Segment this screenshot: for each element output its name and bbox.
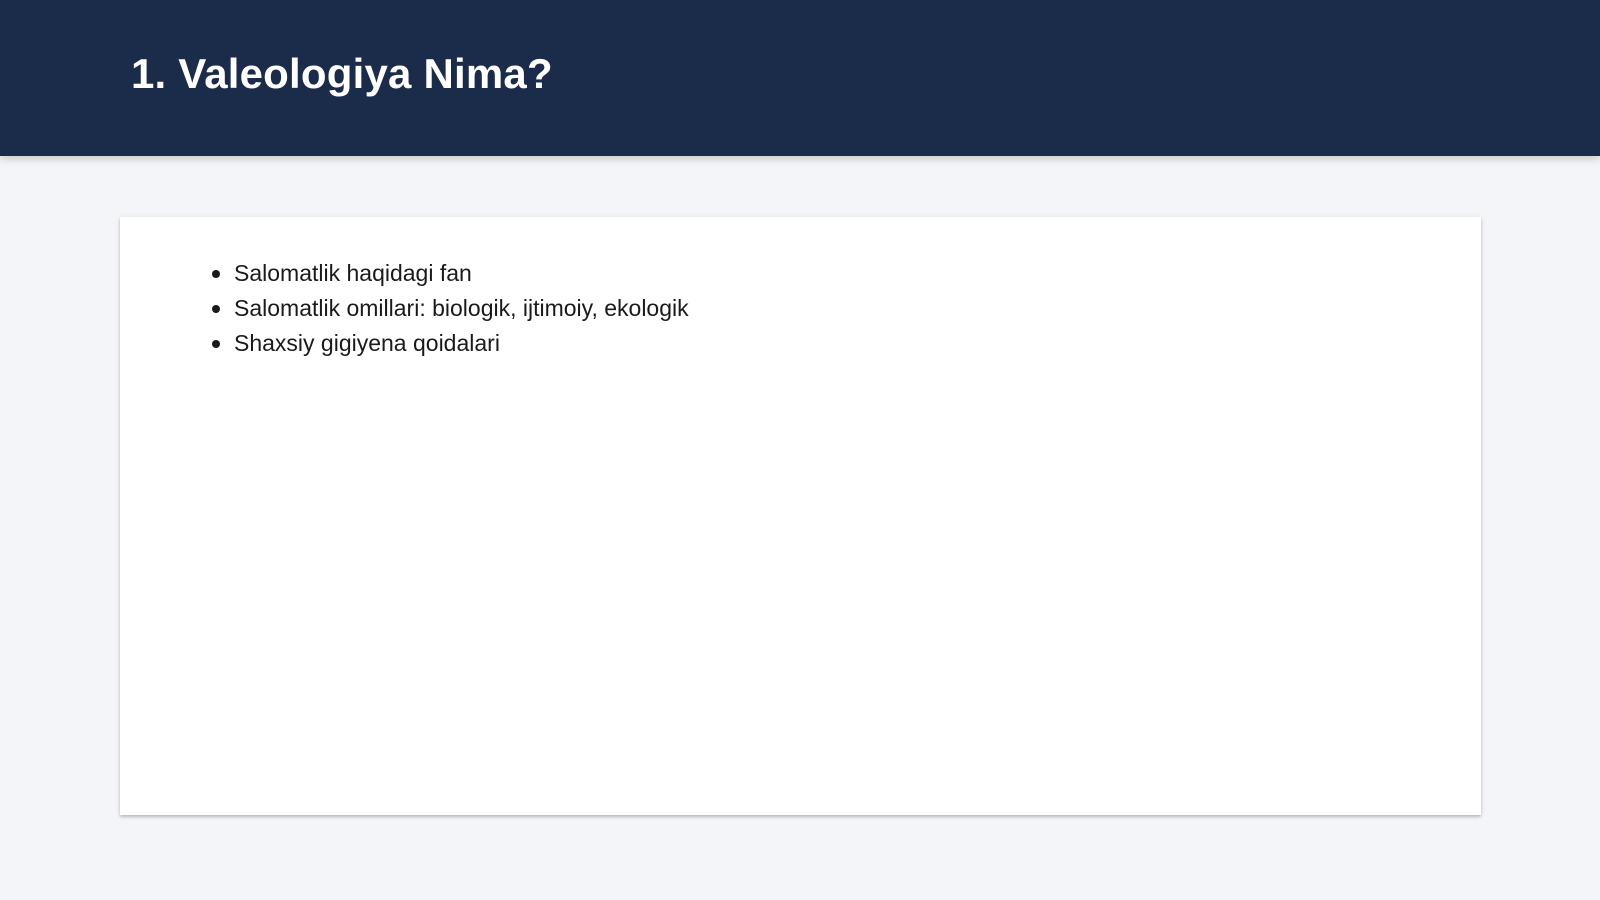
list-item: Salomatlik omillari: biologik, ijtimoiy,… — [210, 291, 689, 326]
content-card: Salomatlik haqidagi fan Salomatlik omill… — [120, 217, 1481, 815]
list-item: Salomatlik haqidagi fan — [210, 256, 689, 291]
bullet-list: Salomatlik haqidagi fan Salomatlik omill… — [210, 256, 689, 361]
list-item-text: Salomatlik haqidagi fan — [234, 260, 472, 286]
slide: 1. Valeologiya Nima? Salomatlik haqidagi… — [0, 0, 1600, 900]
header-bar: 1. Valeologiya Nima? — [0, 0, 1600, 156]
list-item: Shaxsiy gigiyena qoidalari — [210, 326, 689, 361]
bullet-icon — [212, 270, 220, 278]
list-item-text: Salomatlik omillari: biologik, ijtimoiy,… — [234, 295, 689, 321]
bullet-icon — [212, 305, 220, 313]
list-item-text: Shaxsiy gigiyena qoidalari — [234, 330, 500, 356]
bullet-icon — [212, 340, 220, 348]
slide-title: 1. Valeologiya Nima? — [131, 50, 553, 97]
